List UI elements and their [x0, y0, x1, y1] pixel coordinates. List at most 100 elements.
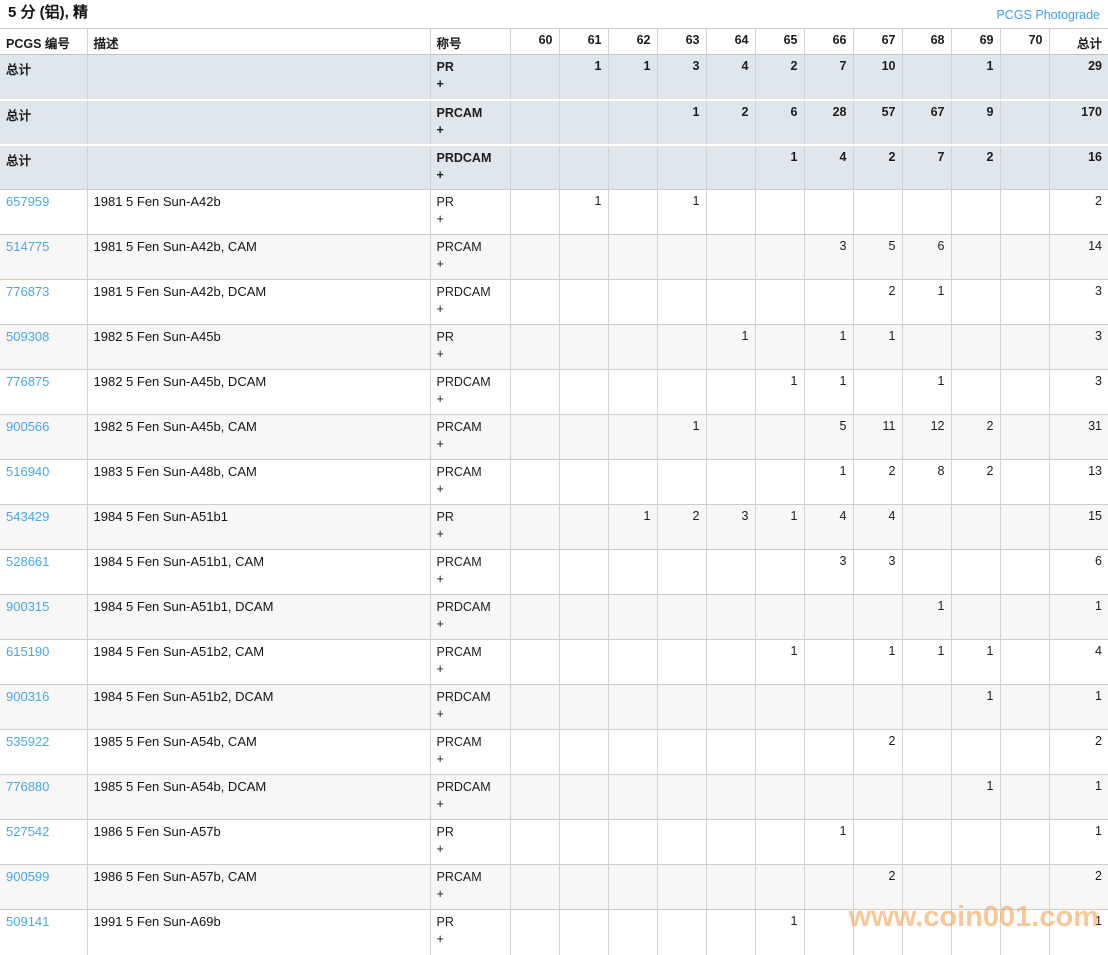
total-row-grade-62-cell: 1	[608, 54, 658, 100]
total-row-grade-67-cell: 10	[853, 54, 903, 100]
row-grade-65-cell	[755, 459, 805, 505]
designation-label: PR	[436, 330, 454, 344]
row-grade-68-cell: 1	[902, 279, 952, 325]
pcgs-number-link[interactable]: 528661	[6, 554, 49, 569]
row-grade-68-cell	[902, 189, 952, 235]
pcgs-number-link[interactable]: 543429	[6, 509, 49, 524]
row-grade-60-cell	[510, 234, 560, 280]
row-total-cell: 3	[1049, 324, 1108, 370]
pcgs-number-link[interactable]: 509141	[6, 914, 49, 929]
pcgs-number-link[interactable]: 516940	[6, 464, 49, 479]
pcgs-number-link[interactable]: 514775	[6, 239, 49, 254]
designation-label: PRCAM	[436, 240, 482, 254]
row-total-cell: 15	[1049, 504, 1108, 550]
total-row-grade-67-cell: 57	[853, 98, 903, 145]
designation-cell: PRCAM +	[430, 864, 511, 910]
designation-label: PRDCAM	[436, 600, 491, 614]
row-grade-60-cell	[510, 279, 560, 325]
row-grade-66-cell	[804, 594, 854, 640]
designation-plus: +	[436, 707, 444, 721]
row-grade-66-cell	[804, 684, 854, 730]
row-grade-64-cell	[706, 414, 756, 460]
row-grade-64-cell	[706, 864, 756, 910]
row-grade-63-cell	[657, 549, 707, 595]
pcgs-number-link[interactable]: 657959	[6, 194, 49, 209]
row-grade-62-cell	[608, 279, 658, 325]
page-title: 5 分 (铝), 精	[8, 4, 89, 21]
pcgs-number-cell: 514775	[0, 234, 88, 280]
table-row-543429: 543429 1984 5 Fen Sun-A51b1 PR +1 2 3 1 4 4 15	[0, 504, 1108, 550]
pcgs-number-link[interactable]: 509308	[6, 329, 49, 344]
total-row-grade-67-cell: 2	[853, 143, 903, 190]
column-header-pcgs-no: PCGS 编号	[0, 28, 88, 55]
total-row-grade-70-cell	[1000, 54, 1050, 100]
pcgs-number-link[interactable]: 900315	[6, 599, 49, 614]
pcgs-number-link[interactable]: 776875	[6, 374, 49, 389]
row-grade-62-cell	[608, 864, 658, 910]
pcgs-number-link[interactable]: 776873	[6, 284, 49, 299]
total-row-pr: 总计 PR +1 1 3 4 2 7 10 1 29	[0, 54, 1108, 100]
row-grade-69-cell	[951, 369, 1001, 415]
designation-plus: +	[436, 527, 444, 541]
designation-label: PRDCAM	[436, 150, 492, 165]
designation-cell: PR +	[430, 324, 511, 370]
designation-label: PRCAM	[436, 420, 482, 434]
description-cell: 1981 5 Fen Sun-A42b	[87, 189, 431, 235]
row-grade-66-cell: 5	[804, 414, 854, 460]
pcgs-number-link[interactable]: 535922	[6, 734, 49, 749]
row-grade-64-cell	[706, 459, 756, 505]
row-grade-63-cell: 1	[657, 189, 707, 235]
designation-plus: +	[436, 392, 444, 406]
row-grade-68-cell	[902, 774, 952, 820]
total-row-grade-62-cell	[608, 98, 658, 145]
table-header: PCGS 编号 描述 称号 60 61 62 63 64 65 66 67 68 69 70 总计	[0, 28, 1108, 55]
pcgs-number-link[interactable]: 615190	[6, 644, 49, 659]
table-row-509308: 509308 1982 5 Fen Sun-A45b PR +1 1 1 3	[0, 324, 1108, 370]
row-grade-66-cell	[804, 729, 854, 775]
row-grade-69-cell	[951, 594, 1001, 640]
row-grade-65-cell	[755, 234, 805, 280]
row-grade-66-cell: 1	[804, 819, 854, 865]
row-grade-66-cell: 1	[804, 324, 854, 370]
row-grade-60-cell	[510, 594, 560, 640]
row-grade-62-cell	[608, 684, 658, 730]
row-grade-67-cell: 11	[853, 414, 903, 460]
description-cell: 1981 5 Fen Sun-A42b, CAM	[87, 234, 431, 280]
row-grade-67-cell	[853, 369, 903, 415]
designation-plus: +	[436, 887, 444, 901]
row-total-cell: 1	[1049, 684, 1108, 730]
row-grade-67-cell: 2	[853, 279, 903, 325]
row-grade-70-cell	[1000, 639, 1050, 685]
table-row-900566: 900566 1982 5 Fen Sun-A45b, CAM PRCAM +1 5 11…	[0, 414, 1108, 460]
row-grade-70-cell	[1000, 189, 1050, 235]
pcgs-number-link[interactable]: 900316	[6, 689, 49, 704]
designation-label: PR	[436, 195, 454, 209]
description-cell: 1982 5 Fen Sun-A45b	[87, 324, 431, 370]
row-grade-62-cell	[608, 369, 658, 415]
table-row-657959: 657959 1981 5 Fen Sun-A42b PR +1 1 2	[0, 189, 1108, 235]
row-grade-61-cell	[559, 459, 609, 505]
row-grade-65-cell	[755, 189, 805, 235]
column-header-designation: 称号	[430, 28, 511, 55]
pcgs-photograde-link[interactable]: PCGS Photograde	[996, 8, 1100, 22]
total-row-prcam: 总计 PRCAM +1 2 6 28 57 67 9 170	[0, 98, 1108, 145]
pcgs-number-link[interactable]: 527542	[6, 824, 49, 839]
pcgs-number-link[interactable]: 776880	[6, 779, 49, 794]
row-grade-68-cell: 1	[902, 639, 952, 685]
column-header-grade-69: 69	[951, 28, 1001, 55]
row-grade-61-cell	[559, 504, 609, 550]
pcgs-number-link[interactable]: 900566	[6, 419, 49, 434]
row-grade-67-cell	[853, 594, 903, 640]
row-grade-67-cell: 2	[853, 729, 903, 775]
designation-label: PRCAM	[436, 870, 482, 884]
row-grade-63-cell	[657, 369, 707, 415]
description-cell: 1985 5 Fen Sun-A54b, CAM	[87, 729, 431, 775]
pcgs-number-link[interactable]: 900599	[6, 869, 49, 884]
designation-label: PRDCAM	[436, 375, 491, 389]
row-grade-66-cell: 3	[804, 549, 854, 595]
row-total-cell: 2	[1049, 729, 1108, 775]
column-header-grade-65: 65	[755, 28, 805, 55]
designation-label: PRCAM	[436, 735, 482, 749]
row-grade-61-cell	[559, 414, 609, 460]
description-cell: 1981 5 Fen Sun-A42b, DCAM	[87, 279, 431, 325]
